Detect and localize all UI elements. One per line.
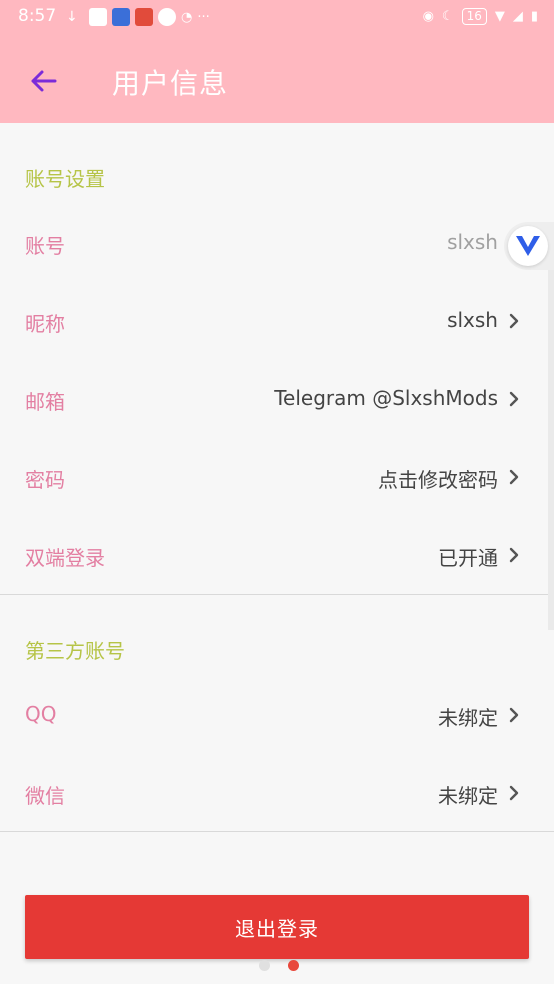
more-icon: ··· [197, 9, 210, 25]
row-password[interactable]: 密码 点击修改密码 [0, 438, 554, 516]
app-red-icon [135, 8, 153, 26]
row-account[interactable]: 账号 slxsh [0, 204, 554, 282]
row-value: 未绑定 [438, 706, 498, 730]
row-qq[interactable]: QQ 未绑定 [0, 676, 554, 754]
chevron-right-icon [509, 785, 519, 801]
page-indicator [259, 960, 299, 971]
row-label: QQ [25, 702, 57, 726]
system-icons: ◉ ☾ 16 ▼ ◢ ▮ [423, 8, 538, 25]
row-dual-login[interactable]: 双端登录 已开通 [0, 516, 554, 594]
section-header-third-party: 第三方账号 [25, 639, 125, 663]
row-label: 密码 [25, 468, 65, 492]
eye-icon: ◉ [422, 9, 434, 24]
moon-icon: ☾ [441, 9, 454, 24]
row-value: Telegram @SlxshMods [274, 386, 498, 410]
row-label: 微信 [25, 784, 65, 808]
app-123-icon [112, 8, 130, 26]
page-dot-active[interactable] [288, 960, 299, 971]
chevron-right-icon [509, 469, 519, 485]
row-label: 账号 [25, 234, 65, 258]
app-ghost-icon [158, 8, 176, 26]
row-value: slxsh [447, 308, 498, 332]
floating-assistant-button[interactable] [504, 222, 554, 270]
chevron-right-icon [509, 313, 519, 329]
chevron-right-icon [509, 547, 519, 563]
section-divider [0, 594, 554, 595]
row-value: 未绑定 [438, 784, 498, 808]
row-value: slxsh [447, 230, 498, 254]
status-time: 8:57 [18, 6, 57, 26]
row-value: 已开通 [438, 546, 498, 570]
status-bar: 8:57 ↓ ◔ ··· ◉ ☾ 16 ▼ ◢ ▮ [0, 0, 554, 36]
wifi-icon: ▼ [494, 9, 505, 24]
row-nickname[interactable]: 昵称 slxsh [0, 282, 554, 360]
row-label: 邮箱 [25, 390, 65, 414]
page-dot[interactable] [259, 960, 270, 971]
page-title: 用户信息 [112, 67, 229, 100]
floating-button-circle [508, 226, 548, 266]
row-value: 点击修改密码 [378, 468, 498, 492]
section-header-account: 账号设置 [25, 167, 105, 191]
app-bar: 用户信息 [0, 36, 554, 123]
chevron-right-icon [509, 391, 519, 407]
section-divider [0, 831, 554, 832]
row-email[interactable]: 邮箱 Telegram @SlxshMods [0, 360, 554, 438]
row-label: 双端登录 [25, 546, 105, 570]
v-logo-icon [516, 236, 540, 256]
notification-icons: ↓ ◔ ··· [66, 8, 210, 26]
download-icon: ↓ [66, 9, 78, 25]
signal-icon: ◢ [512, 9, 523, 24]
back-button[interactable] [22, 60, 64, 102]
arrow-left-icon [31, 70, 57, 92]
row-label: 昵称 [25, 312, 65, 336]
row-wechat[interactable]: 微信 未绑定 [0, 754, 554, 832]
logout-button[interactable]: 退出登录 [25, 895, 529, 959]
sim-icon: ▮ [530, 9, 538, 24]
battery-icon: 16 [461, 8, 487, 25]
app-v-icon [89, 8, 107, 26]
qq-icon: ◔ [181, 9, 193, 25]
scrollbar[interactable] [548, 270, 554, 630]
chevron-right-icon [509, 707, 519, 723]
